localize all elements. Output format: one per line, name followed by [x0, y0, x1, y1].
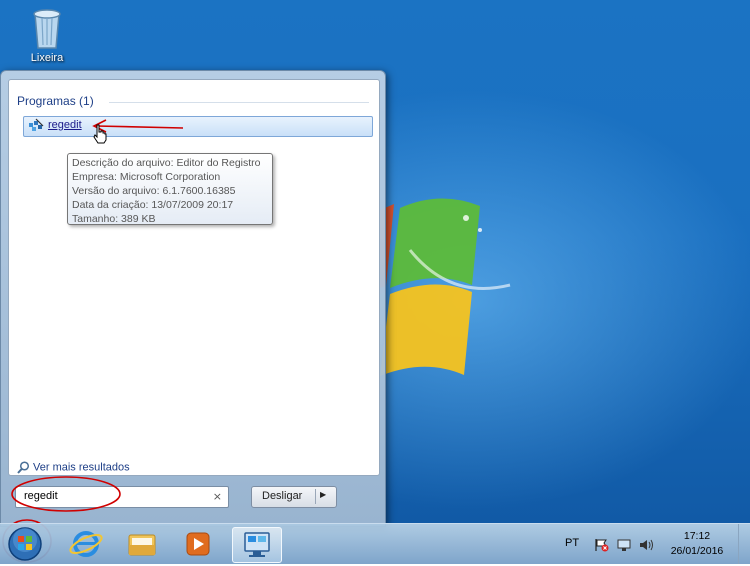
shutdown-separator [315, 489, 316, 504]
regedit-result-item[interactable]: regedit [23, 116, 373, 137]
taskbar: PT 17:12 26/01/2016 [0, 523, 750, 564]
windows-orb-icon [8, 527, 42, 561]
taskbar-file-explorer[interactable] [118, 527, 166, 561]
folder-icon [128, 534, 156, 556]
shutdown-button-group: Desligar ▶ [251, 486, 337, 508]
recycle-bin-shortcut[interactable]: Lixeira [20, 4, 74, 64]
programs-group-header: Programas (1) [17, 94, 94, 108]
clear-search-icon[interactable]: × [213, 490, 222, 503]
action-center-flag-icon[interactable] [594, 538, 610, 552]
recycle-bin-icon [33, 9, 61, 49]
see-more-results-link[interactable]: Ver mais resultados [17, 461, 130, 474]
regedit-result-label: regedit [48, 119, 82, 131]
shutdown-options-arrow-icon[interactable]: ▶ [320, 490, 326, 499]
tooltip-description: Descrição do arquivo: Editor do Registro [72, 157, 261, 169]
start-button[interactable] [6, 526, 44, 562]
group-divider [109, 102, 369, 103]
taskbar-remote-desktop[interactable] [232, 527, 282, 563]
regedit-icon [29, 118, 44, 131]
search-results-panel: Programas (1) regedit Descrição do arqui… [8, 79, 380, 476]
language-indicator[interactable]: PT [565, 537, 579, 549]
magnifier-icon [17, 461, 30, 474]
volume-icon[interactable] [638, 538, 654, 552]
shutdown-button[interactable]: Desligar [262, 490, 302, 502]
search-input[interactable] [22, 489, 206, 503]
remote-desktop-icon [244, 532, 270, 557]
system-clock[interactable]: 17:12 26/01/2016 [664, 529, 730, 559]
internet-explorer-icon [69, 531, 103, 557]
start-menu: Programas (1) regedit Descrição do arqui… [0, 70, 386, 527]
recycle-bin-label: Lixeira [30, 52, 64, 64]
windows-logo-wallpaper [380, 198, 511, 376]
file-info-tooltip: Descrição do arquivo: Editor do Registro… [67, 153, 273, 225]
tooltip-size: Tamanho: 389 KB [72, 213, 156, 225]
tooltip-created: Data da criação: 13/07/2009 20:17 [72, 199, 234, 211]
taskbar-media-player[interactable] [174, 527, 222, 561]
see-more-results-label: Ver mais resultados [33, 461, 130, 474]
tooltip-version: Versão do arquivo: 6.1.7600.16385 [72, 185, 236, 197]
tooltip-company: Empresa: Microsoft Corporation [72, 171, 221, 183]
clock-time: 17:12 [683, 530, 711, 542]
taskbar-internet-explorer[interactable] [62, 527, 110, 561]
media-player-icon [186, 532, 210, 556]
search-box[interactable]: × [15, 486, 229, 508]
show-desktop-button[interactable] [738, 524, 750, 564]
clock-date: 26/01/2016 [670, 545, 724, 557]
network-icon[interactable] [616, 538, 632, 552]
